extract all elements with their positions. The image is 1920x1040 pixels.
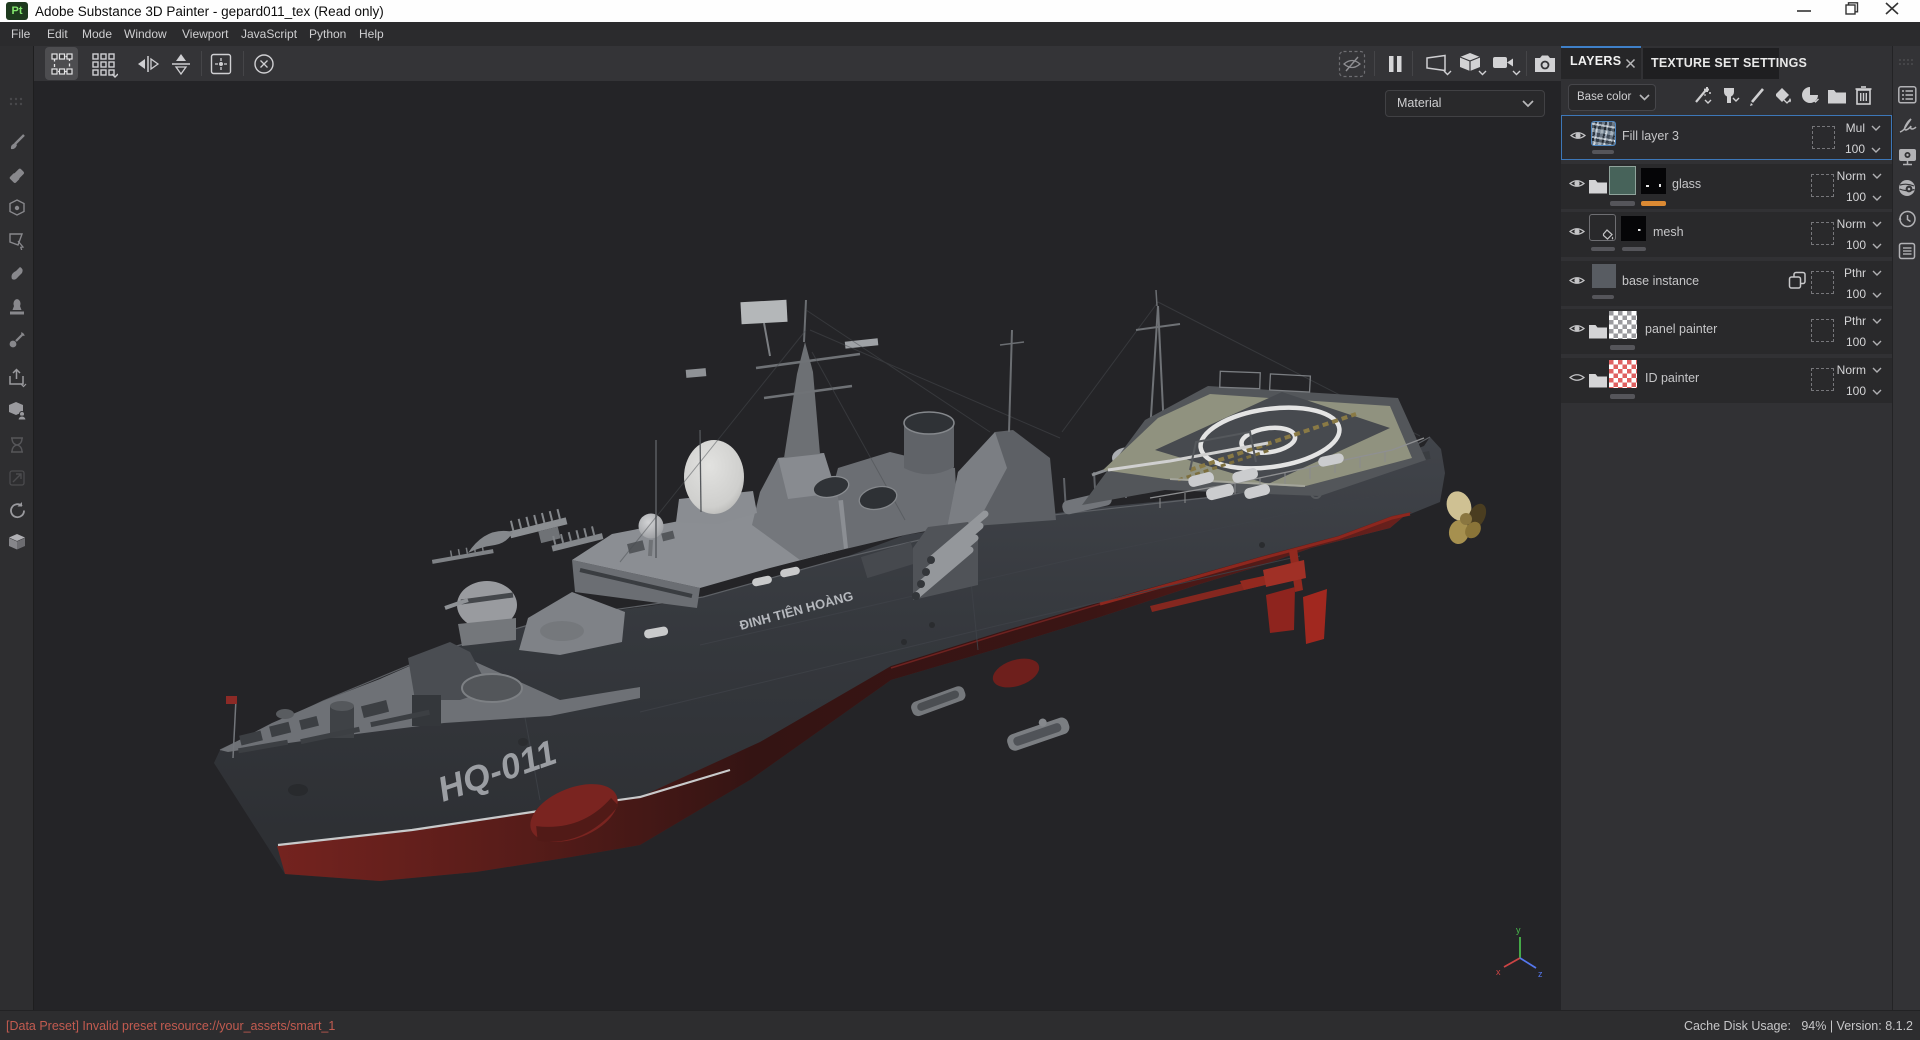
svg-text:z: z (1538, 969, 1543, 979)
svg-text:y: y (1516, 925, 1521, 935)
svg-text:x: x (1496, 967, 1501, 977)
